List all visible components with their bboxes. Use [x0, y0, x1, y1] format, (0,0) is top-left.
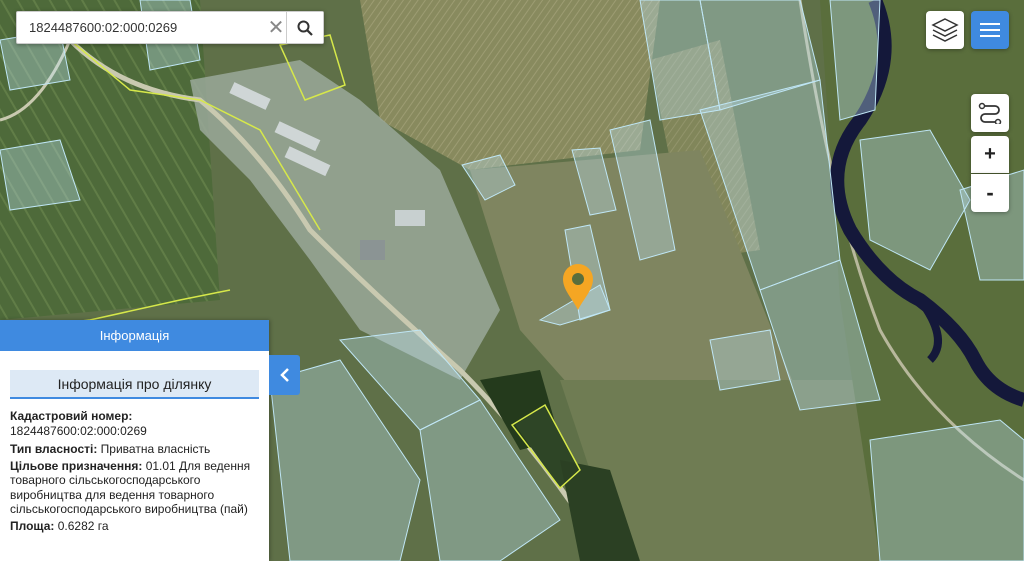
search-button[interactable] [286, 12, 323, 43]
building [360, 240, 385, 260]
zoom-in-button[interactable]: + [971, 136, 1009, 173]
search-bar: ✕ [16, 11, 324, 44]
info-panel-header: Інформація [0, 320, 269, 351]
info-panel: Інформація Інформація про ділянку Кадаст… [0, 320, 269, 561]
parcel-info-body: Кадастровий номер: 1824487600:02:000:026… [0, 399, 269, 533]
purpose-row: Цільове призначення: 01.01 Для ведення т… [10, 459, 259, 517]
menu-button[interactable] [971, 11, 1009, 49]
route-icon [978, 102, 1002, 124]
layers-button[interactable] [926, 11, 964, 49]
purpose-label: Цільове призначення: [10, 458, 143, 473]
zoom-out-button[interactable]: - [971, 174, 1009, 212]
building [395, 210, 425, 226]
parcel [869, 419, 1024, 561]
ownership-value: Приватна власність [100, 442, 211, 456]
close-icon[interactable]: ✕ [265, 12, 287, 43]
search-icon [297, 20, 313, 36]
area-label: Площа: [10, 518, 55, 533]
cadastral-number-row: Кадастровий номер: 1824487600:02:000:026… [10, 409, 259, 438]
ownership-label: Тип власності: [10, 442, 98, 456]
hamburger-menu-icon [980, 23, 1000, 37]
parcel-info-title: Інформація про ділянку [10, 370, 259, 399]
search-input[interactable] [17, 12, 265, 43]
ownership-row: Тип власності: Приватна власність [10, 442, 259, 457]
layers-icon [931, 18, 959, 42]
area-value: 0.6282 га [57, 518, 109, 533]
panel-collapse-button[interactable] [269, 355, 300, 395]
parcel [709, 329, 781, 391]
chevron-left-icon [279, 368, 289, 382]
route-button[interactable] [971, 94, 1009, 132]
area-row: Площа: 0.6282 га [10, 519, 259, 534]
cadastral-number-value: 1824487600:02:000:0269 [10, 423, 147, 438]
cadastral-number-label: Кадастровий номер: [10, 409, 133, 423]
